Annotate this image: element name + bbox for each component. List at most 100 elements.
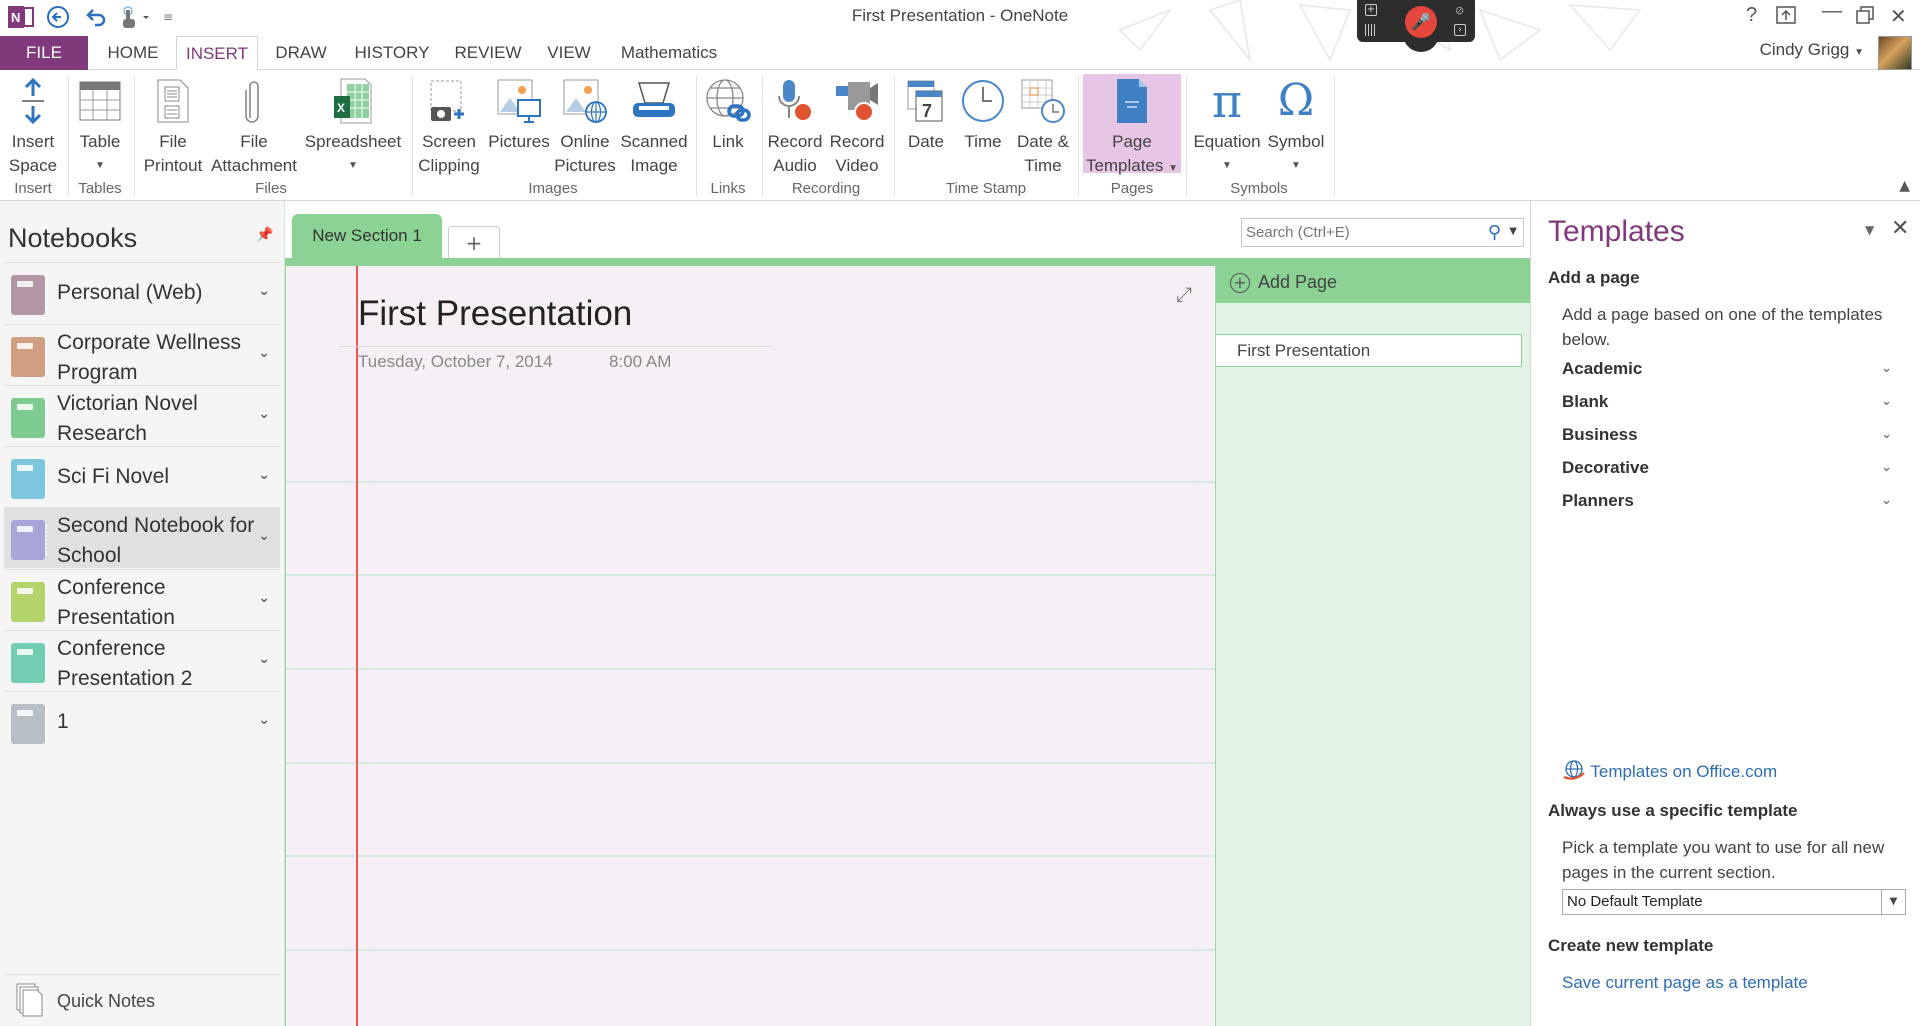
notebook-name: Conference Presentation 2 <box>57 637 193 690</box>
default-template-select[interactable]: No Default Template ▼ <box>1562 889 1906 915</box>
chevron-down-icon: ▼ <box>1854 47 1864 58</box>
template-category-decorative[interactable]: Decorative ⌄ <box>1562 458 1892 488</box>
notebook-item[interactable]: Victorian Novel Research ⌄ <box>4 385 280 446</box>
chevron-down-icon[interactable]: ⌄ <box>258 345 270 361</box>
section-tab-new-section-1[interactable]: New Section 1 <box>292 214 442 258</box>
chevron-down-icon[interactable]: ⌄ <box>258 283 270 299</box>
group-separator <box>1186 76 1187 196</box>
expand-widget-icon[interactable]: › <box>1454 24 1466 36</box>
close-button[interactable]: ✕ <box>1890 4 1907 29</box>
insert-space-button[interactable]: Insert Space <box>4 74 62 178</box>
group-label-images: Images <box>528 180 578 197</box>
tab-home[interactable]: HOME <box>100 36 166 70</box>
group-separator <box>1334 76 1335 196</box>
tab-mathematics[interactable]: Mathematics <box>610 36 728 70</box>
template-category-blank[interactable]: Blank ⌄ <box>1562 392 1892 422</box>
link-button[interactable]: Link <box>700 74 756 154</box>
create-template-heading: Create new template <box>1548 936 1714 955</box>
rule-line <box>286 949 1216 951</box>
table-button[interactable]: Table ▼ <box>72 74 128 178</box>
restore-button[interactable] <box>1856 6 1874 30</box>
add-section-button[interactable]: + <box>448 226 500 258</box>
notebook-icon <box>11 704 47 744</box>
keypad-icon[interactable] <box>1365 24 1377 36</box>
templates-office-link[interactable]: Templates on Office.com <box>1562 759 1777 782</box>
page-title[interactable]: First Presentation <box>358 294 632 334</box>
quick-notes-icon <box>16 983 43 1017</box>
file-printout-button[interactable]: File Printout <box>138 74 208 178</box>
template-category-academic[interactable]: Academic ⌄ <box>1562 359 1892 389</box>
notebook-item[interactable]: Corporate Wellness Program ⌄ <box>4 324 280 385</box>
help-button[interactable]: ? <box>1746 4 1757 27</box>
chevron-down-icon[interactable]: ⌄ <box>1881 460 1892 475</box>
chevron-down-icon[interactable]: ⌄ <box>1881 361 1892 376</box>
no-location-icon[interactable]: ⊘ <box>1455 4 1464 17</box>
pictures-button[interactable]: Pictures <box>486 74 552 154</box>
date-button[interactable]: 7 Date <box>898 74 954 154</box>
notebook-item[interactable]: Conference Presentation ⌄ <box>4 569 280 630</box>
close-pane-button[interactable]: ✕ <box>1891 216 1909 241</box>
time-button[interactable]: Time <box>954 74 1012 154</box>
chevron-down-icon[interactable]: ⌄ <box>1881 493 1892 508</box>
section-color-bar <box>285 258 1530 266</box>
notebook-item[interactable]: Personal (Web) ⌄ <box>4 262 280 323</box>
file-attachment-button[interactable]: File Attachment <box>206 74 302 178</box>
page-templates-button[interactable]: Page Templates ▼ <box>1083 74 1181 175</box>
scanned-image-button[interactable]: Scanned Image <box>618 74 690 178</box>
pin-icon[interactable]: 📌 <box>256 227 273 243</box>
rule-line <box>286 762 1216 764</box>
tab-history[interactable]: HISTORY <box>348 36 436 70</box>
chevron-down-icon[interactable]: ⌄ <box>258 590 270 606</box>
chevron-down-icon[interactable]: ⌄ <box>258 528 270 544</box>
add-page-button[interactable]: + Add Page <box>1216 266 1531 303</box>
chevron-down-icon[interactable]: ⌄ <box>1881 427 1892 442</box>
notebook-item[interactable]: Conference Presentation 2 ⌄ <box>4 630 280 691</box>
avatar[interactable] <box>1878 36 1912 70</box>
chevron-down-icon[interactable]: ⌄ <box>258 406 270 422</box>
date-time-button[interactable]: Date & Time <box>1012 74 1074 178</box>
note-canvas[interactable]: First Presentation Tuesday, October 7, 2… <box>285 266 1216 1026</box>
user-account[interactable]: Cindy Grigg ▼ <box>1760 40 1864 60</box>
group-label-recording: Recording <box>791 180 861 197</box>
chevron-down-icon: ▼ <box>1168 163 1179 174</box>
ribbon-display-options-button[interactable] <box>1776 6 1796 30</box>
online-pictures-button[interactable]: Online Pictures <box>552 74 618 178</box>
chevron-down-icon[interactable]: ⌄ <box>258 712 270 728</box>
page-list-item[interactable]: First Presentation <box>1216 334 1522 367</box>
template-category-business[interactable]: Business ⌄ <box>1562 425 1892 455</box>
pane-options-icon[interactable]: ▼ <box>1865 223 1874 237</box>
minimize-button[interactable]: — <box>1822 0 1842 23</box>
search-box[interactable]: ⚲ ▼ <box>1241 218 1524 247</box>
chevron-down-icon[interactable]: ⌄ <box>258 467 270 483</box>
tab-insert[interactable]: INSERT <box>176 36 258 71</box>
notebook-name: Corporate Wellness Program <box>57 331 242 384</box>
ribbon-tabs: FILE HOME INSERT DRAW HISTORY REVIEW VIE… <box>0 36 1920 71</box>
chevron-down-icon[interactable]: ⌄ <box>1881 394 1892 409</box>
equation-button[interactable]: π Equation ▼ <box>1190 74 1264 178</box>
symbol-button[interactable]: Ω Symbol ▼ <box>1264 74 1328 178</box>
tab-view[interactable]: VIEW <box>540 36 598 70</box>
tab-review[interactable]: REVIEW <box>448 36 528 70</box>
template-category-planners[interactable]: Planners ⌄ <box>1562 491 1892 521</box>
chevron-down-icon[interactable]: ▼ <box>1881 890 1905 914</box>
notebook-item[interactable]: Second Notebook for School ⌄ <box>4 507 280 568</box>
expand-icon[interactable]: ⤢ <box>1176 282 1192 306</box>
tab-file[interactable]: FILE <box>0 36 88 70</box>
notebook-item[interactable]: 1 ⌄ <box>4 691 280 752</box>
add-icon[interactable]: + <box>1365 4 1377 16</box>
notebook-name: Second Notebook for School <box>57 514 255 567</box>
tab-draw[interactable]: DRAW <box>268 36 334 70</box>
chevron-down-icon[interactable]: ⌄ <box>258 651 270 667</box>
screen-clipping-button[interactable]: Screen Clipping <box>416 74 482 178</box>
spreadsheet-button[interactable]: X Spreadsheet ▼ <box>302 74 404 178</box>
microphone-icon <box>764 74 826 128</box>
save-as-template-link[interactable]: Save current page as a template <box>1562 973 1808 993</box>
record-video-button[interactable]: Record Video <box>826 74 888 178</box>
record-audio-button[interactable]: Record Audio <box>764 74 826 178</box>
notebook-item[interactable]: Sci Fi Novel ⌄ <box>4 446 280 507</box>
quick-notes[interactable]: Quick Notes <box>4 974 280 1024</box>
search-input[interactable] <box>1242 219 1482 246</box>
search-scope-dropdown[interactable]: ▼ <box>1509 226 1517 237</box>
collapse-ribbon-button[interactable]: ▲ <box>1899 178 1910 194</box>
search-icon[interactable]: ⚲ <box>1488 222 1501 243</box>
